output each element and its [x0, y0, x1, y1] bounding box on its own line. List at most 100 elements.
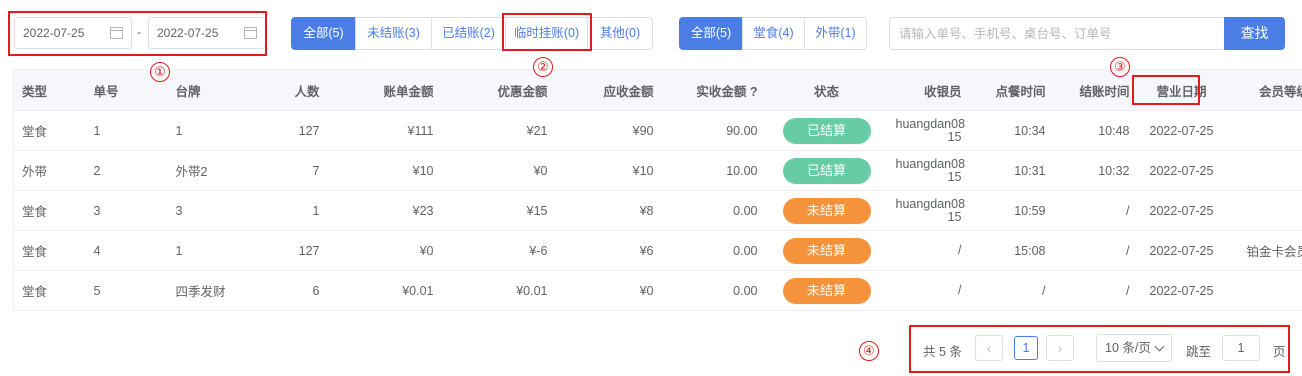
table-row[interactable]: 堂食 5 四季发财 6 ¥0.01 ¥0.01 ¥0 0.00 未结算 / //2022-07-25… — [13, 270, 1302, 311]
cell-member-level: / — [1225, 270, 1302, 311]
status-badge: 未结算 — [782, 237, 871, 264]
table-row[interactable]: 堂食 4 1 127 ¥0 ¥-6 ¥6 0.00 未结算/15:08/2022-07-25 铂金… — [13, 230, 1302, 271]
cell-received: 0.00 — [661, 230, 766, 271]
cell-order-time: / — [969, 270, 1054, 311]
col-header-received: 实收金额 ? — [661, 69, 766, 111]
cell-bill-amount: ¥0.01 — [327, 270, 442, 311]
cell-checkout-time: / — [1053, 230, 1138, 271]
cell-status: 未结算 — [765, 190, 888, 231]
highlight-date-range — [8, 11, 267, 56]
tab-status-unpaid[interactable]: 未结账(3) — [355, 17, 432, 50]
cell-cashier: huangdan08 15 — [887, 150, 970, 191]
status-badge: 未结算 — [782, 277, 871, 304]
cell-order-time: 15:08 — [969, 230, 1054, 271]
annotation-marker-3: ③ — [1110, 57, 1130, 77]
cell-checkout-time: / — [1053, 270, 1138, 311]
cell-order-time: 10:59 — [969, 190, 1054, 231]
cell-order-no: 2 — [85, 150, 168, 191]
cell-cashier: / — [887, 230, 970, 271]
col-header-type: 类型 — [13, 69, 86, 111]
status-filter-group: 全部(5) 未结账(3) 已结账(2) 临时挂账(0) 其他(0) — [291, 17, 653, 50]
cell-bill-amount: ¥23 — [327, 190, 442, 231]
orders-table: 类型 单号 台牌 人数 账单金额 优惠金额 应收金额 实收金额 ? 状态 收银员… — [13, 69, 1302, 311]
cell-discount: ¥0 — [441, 150, 556, 191]
cell-order-time: 10:34 — [969, 110, 1054, 151]
cell-people: 6 — [259, 270, 328, 311]
tab-status-other[interactable]: 其他(0) — [587, 17, 653, 50]
cell-cashier: huangdan08 15 — [887, 190, 970, 231]
status-badge: 未结算 — [782, 197, 871, 224]
col-header-people: 人数 — [259, 69, 328, 111]
cell-member-level: / — [1225, 190, 1302, 231]
cell-member-level: 铂金卡会员 — [1225, 230, 1302, 271]
cell-table: 3 — [167, 190, 260, 231]
cell-order-no: 5 — [85, 270, 168, 311]
table-row[interactable]: 堂食 3 3 1 ¥23 ¥15 ¥8 0.00 未结算 huangdan08 15 10:59/20… — [13, 190, 1302, 231]
tab-type-dine-in[interactable]: 堂食(4) — [742, 17, 805, 50]
annotation-marker-2: ② — [533, 57, 553, 77]
cell-table: 1 — [167, 230, 260, 271]
table-row[interactable]: 堂食 1 1 127 ¥111 ¥21 ¥90 90.00 已结算 huangdan08 15 10:… — [13, 110, 1302, 151]
col-header-receivable: 应收金额 — [555, 69, 662, 111]
cashier-name: / — [896, 244, 961, 257]
cell-table: 外带2 — [167, 150, 260, 191]
cell-bill-amount: ¥10 — [327, 150, 442, 191]
search-button[interactable]: 查找 — [1224, 17, 1285, 50]
cell-discount: ¥0.01 — [441, 270, 556, 311]
table-header-row: 类型 单号 台牌 人数 账单金额 优惠金额 应收金额 实收金额 ? 状态 收银员… — [13, 69, 1302, 111]
search-input[interactable] — [889, 17, 1225, 50]
cell-received: 0.00 — [661, 270, 766, 311]
cell-receivable: ¥8 — [555, 190, 662, 231]
cell-order-no: 3 — [85, 190, 168, 231]
cell-received: 10.00 — [661, 150, 766, 191]
type-filter-group: 全部(5) 堂食(4) 外带(1) — [679, 17, 867, 50]
table-body: 堂食 1 1 127 ¥111 ¥21 ¥90 90.00 已结算 huangdan08 15 10:… — [13, 110, 1302, 311]
table-row[interactable]: 外带 2 外带2 7 ¥10 ¥0 ¥10 10.00 已结算 huangdan08 15 10:31… — [13, 150, 1302, 191]
cell-type: 堂食 — [13, 270, 86, 311]
cell-table: 四季发财 — [167, 270, 260, 311]
cell-order-no: 1 — [85, 110, 168, 151]
cell-business-date: 2022-07-25 — [1137, 150, 1226, 191]
tab-type-takeaway[interactable]: 外带(1) — [804, 17, 867, 50]
highlight-pagination — [909, 325, 1290, 373]
tab-status-all[interactable]: 全部(5) — [291, 17, 356, 50]
col-header-status: 状态 — [765, 69, 888, 111]
cashier-name: huangdan08 15 — [896, 157, 966, 184]
cell-checkout-time: / — [1053, 190, 1138, 231]
cell-receivable: ¥90 — [555, 110, 662, 151]
cashier-name: huangdan08 15 — [895, 196, 966, 224]
cell-cashier: / — [887, 270, 970, 311]
col-header-member-level: 会员等级 — [1225, 69, 1302, 111]
cashier-name-line: huangdan08 — [895, 196, 966, 211]
tab-status-paid[interactable]: 已结账(2) — [431, 17, 506, 50]
cashier-name: huangdan08 15 — [895, 116, 966, 144]
cell-type: 堂食 — [13, 230, 86, 271]
annotation-marker-1: ① — [150, 62, 170, 82]
cell-status: 未结算 — [765, 270, 888, 311]
cashier-name-line: 15 — [947, 169, 962, 184]
cell-type: 外带 — [13, 150, 86, 191]
cell-order-no: 4 — [85, 230, 168, 271]
cell-people: 127 — [259, 230, 328, 271]
cell-bill-amount: ¥111 — [327, 110, 442, 151]
tab-type-all[interactable]: 全部(5) — [679, 17, 743, 50]
cell-discount: ¥21 — [441, 110, 556, 151]
cell-member-level: / — [1225, 150, 1302, 191]
col-header-order-time: 点餐时间 — [969, 69, 1054, 111]
highlight-credit-tab — [502, 13, 592, 51]
cell-business-date: 2022-07-25 — [1137, 190, 1226, 231]
cell-people: 7 — [259, 150, 328, 191]
cashier-name-line: / — [958, 283, 962, 297]
cell-received: 90.00 — [661, 110, 766, 151]
cashier-name-line: 15 — [947, 209, 962, 224]
cell-discount: ¥-6 — [441, 230, 556, 271]
cell-people: 127 — [259, 110, 328, 151]
cashier-name: / — [896, 283, 962, 297]
status-badge: 已结算 — [782, 117, 871, 144]
cell-business-date: 2022-07-25 — [1137, 110, 1226, 151]
cell-cashier: huangdan08 15 — [887, 110, 970, 151]
cell-status: 已结算 — [765, 110, 888, 151]
cell-receivable: ¥0 — [555, 270, 662, 311]
cell-table: 1 — [167, 110, 260, 151]
cashier-name-line: huangdan08 — [895, 116, 966, 131]
